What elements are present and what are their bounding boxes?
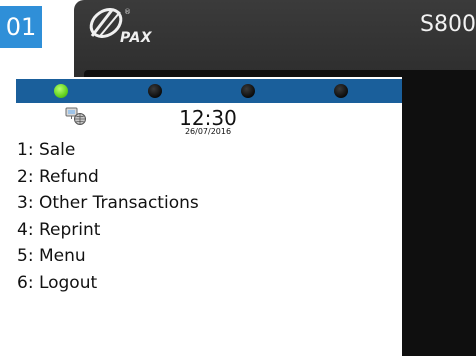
status-led-4 xyxy=(334,84,348,98)
menu-item-sale[interactable]: 1: Sale xyxy=(16,137,199,164)
menu-item-reprint[interactable]: 4: Reprint xyxy=(16,217,199,244)
menu-item-menu[interactable]: 5: Menu xyxy=(16,243,199,270)
menu-item-refund[interactable]: 2: Refund xyxy=(16,164,199,191)
step-number-badge: 01 xyxy=(0,6,42,48)
main-menu: 1: Sale 2: Refund 3: Other Transactions … xyxy=(16,137,199,296)
model-name: S800 xyxy=(420,12,476,37)
pax-logo: ® PAX xyxy=(86,6,166,52)
terminal-screen: 12:30 26/07/2016 1: Sale 2: Refund 3: Ot… xyxy=(16,77,402,356)
status-led-3 xyxy=(241,84,255,98)
network-globe-icon xyxy=(65,107,86,125)
clock-date: 26/07/2016 xyxy=(184,127,232,136)
status-bar xyxy=(16,79,402,103)
menu-item-other-transactions[interactable]: 3: Other Transactions xyxy=(16,190,199,217)
menu-item-logout[interactable]: 6: Logout xyxy=(16,270,199,297)
status-led-2 xyxy=(148,84,162,98)
status-led-1 xyxy=(54,84,68,98)
registered-mark: ® xyxy=(124,8,131,16)
brand-name: PAX xyxy=(120,30,153,46)
